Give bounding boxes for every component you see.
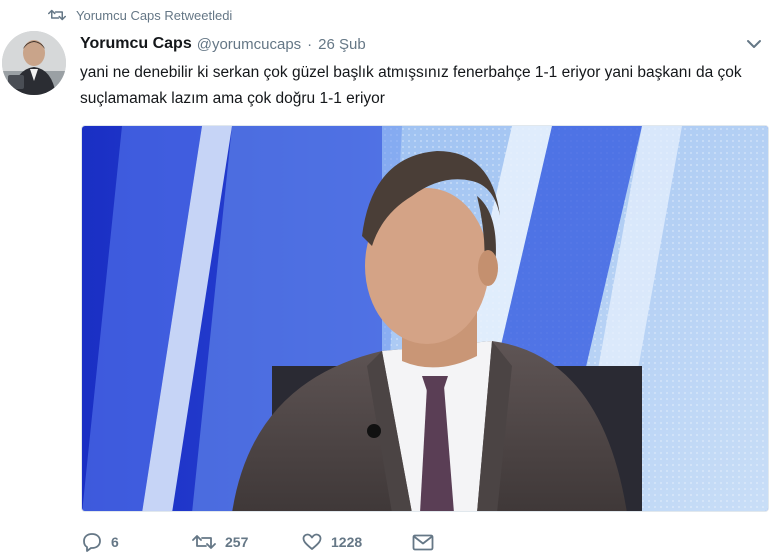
tv-studio-photo — [82, 126, 768, 511]
tweet-text: yani ne denebilir ki serkan çok güzel ba… — [80, 64, 742, 107]
reply-button[interactable]: 6 — [82, 532, 192, 552]
retweet-context: Yorumcu Caps Retweetledi — [48, 6, 232, 24]
tweet-header: Yorumcu Caps @yorumcucaps · 26 Şub — [80, 33, 762, 55]
retweeter-link[interactable]: Yorumcu Caps Retweetledi — [76, 8, 232, 23]
user-handle[interactable]: @yorumcucaps — [197, 36, 301, 53]
retweet-icon — [48, 9, 66, 21]
tweet-timestamp[interactable]: 26 Şub — [318, 36, 366, 53]
display-name[interactable]: Yorumcu Caps — [80, 35, 192, 53]
tweet-actions: 6 257 1228 — [82, 530, 434, 554]
like-button[interactable]: 1228 — [302, 533, 412, 551]
separator: · — [307, 35, 313, 53]
reply-icon — [83, 533, 101, 552]
caret-down-icon[interactable] — [746, 37, 762, 51]
like-count: 1228 — [331, 534, 363, 550]
tweet-media-photo[interactable] — [81, 125, 769, 512]
heart-icon — [302, 533, 322, 550]
mail-icon — [412, 534, 434, 550]
retweet-button[interactable]: 257 — [192, 533, 302, 551]
retweet-icon — [192, 535, 216, 549]
avatar-image — [2, 31, 66, 95]
retweet-count: 257 — [225, 534, 249, 550]
direct-message-button[interactable] — [412, 534, 434, 551]
avatar[interactable] — [2, 31, 66, 95]
reply-count: 6 — [111, 534, 119, 550]
